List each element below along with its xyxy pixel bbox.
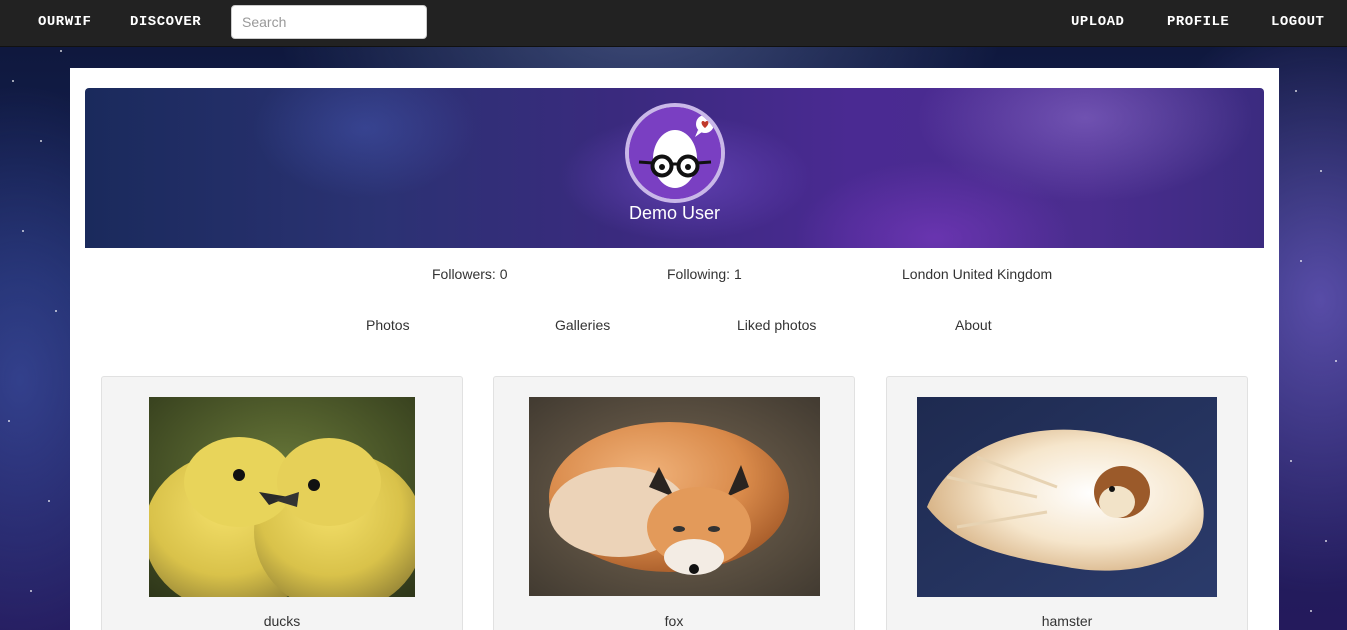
photo-card[interactable]: fox bbox=[493, 376, 855, 630]
logout-link[interactable]: LOGOUT bbox=[1271, 14, 1324, 30]
top-navbar: OURWIF DISCOVER UPLOAD PROFILE LOGOUT bbox=[0, 0, 1347, 47]
ducklings-image[interactable] bbox=[149, 397, 415, 597]
followers-stat[interactable]: Followers: 0 bbox=[432, 266, 508, 282]
profile-link[interactable]: PROFILE bbox=[1167, 14, 1229, 30]
tab-galleries[interactable]: Galleries bbox=[555, 317, 610, 333]
egg-with-glasses-icon bbox=[629, 107, 721, 199]
search-input[interactable] bbox=[231, 5, 427, 39]
profile-container: Demo User Followers: 0 Following: 1 London… bbox=[70, 68, 1279, 630]
tab-photos[interactable]: Photos bbox=[366, 317, 410, 333]
photo-title[interactable]: ducks bbox=[102, 613, 462, 629]
location-text: London United Kingdom bbox=[902, 266, 1053, 282]
upload-link[interactable]: UPLOAD bbox=[1071, 14, 1124, 30]
tab-about[interactable]: About bbox=[955, 317, 992, 333]
followers-label: Followers: bbox=[432, 266, 496, 282]
tab-liked-photos[interactable]: Liked photos bbox=[737, 317, 816, 333]
followers-count: 0 bbox=[499, 266, 508, 282]
profile-username: Demo User bbox=[628, 203, 721, 223]
avatar[interactable] bbox=[625, 103, 725, 203]
following-count: 1 bbox=[734, 266, 742, 282]
profile-banner: Demo User bbox=[85, 88, 1264, 248]
photo-title[interactable]: fox bbox=[494, 613, 854, 629]
hamster-image[interactable] bbox=[917, 397, 1217, 597]
photo-card[interactable]: hamster bbox=[886, 376, 1248, 630]
photo-card[interactable]: ducks bbox=[101, 376, 463, 630]
brand-link[interactable]: OURWIF bbox=[38, 14, 91, 30]
photo-title[interactable]: hamster bbox=[887, 613, 1247, 629]
following-stat[interactable]: Following: 1 bbox=[667, 266, 742, 282]
following-label: Following: bbox=[667, 266, 731, 282]
discover-link[interactable]: DISCOVER bbox=[130, 14, 201, 30]
fox-image[interactable] bbox=[529, 397, 820, 596]
